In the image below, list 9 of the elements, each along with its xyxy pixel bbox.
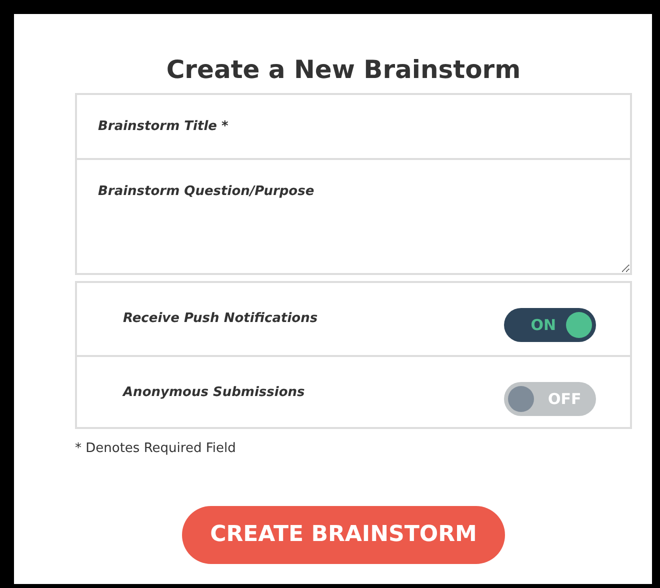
create-brainstorm-button[interactable]: CREATE BRAINSTORM bbox=[182, 506, 505, 564]
setting-label: Receive Push Notifications bbox=[123, 310, 318, 328]
form-title: Create a New Brainstorm bbox=[166, 54, 521, 86]
required-field-note: * Denotes Required Field bbox=[75, 440, 236, 458]
setting-label: Anonymous Submissions bbox=[123, 384, 305, 402]
toggle-switch[interactable]: ON bbox=[504, 308, 596, 342]
toggle-switch[interactable]: OFF bbox=[504, 382, 596, 416]
purpose-textarea[interactable]: Brainstorm Question/Purpose bbox=[75, 158, 632, 275]
title-input[interactable]: Brainstorm Title * bbox=[75, 93, 632, 160]
